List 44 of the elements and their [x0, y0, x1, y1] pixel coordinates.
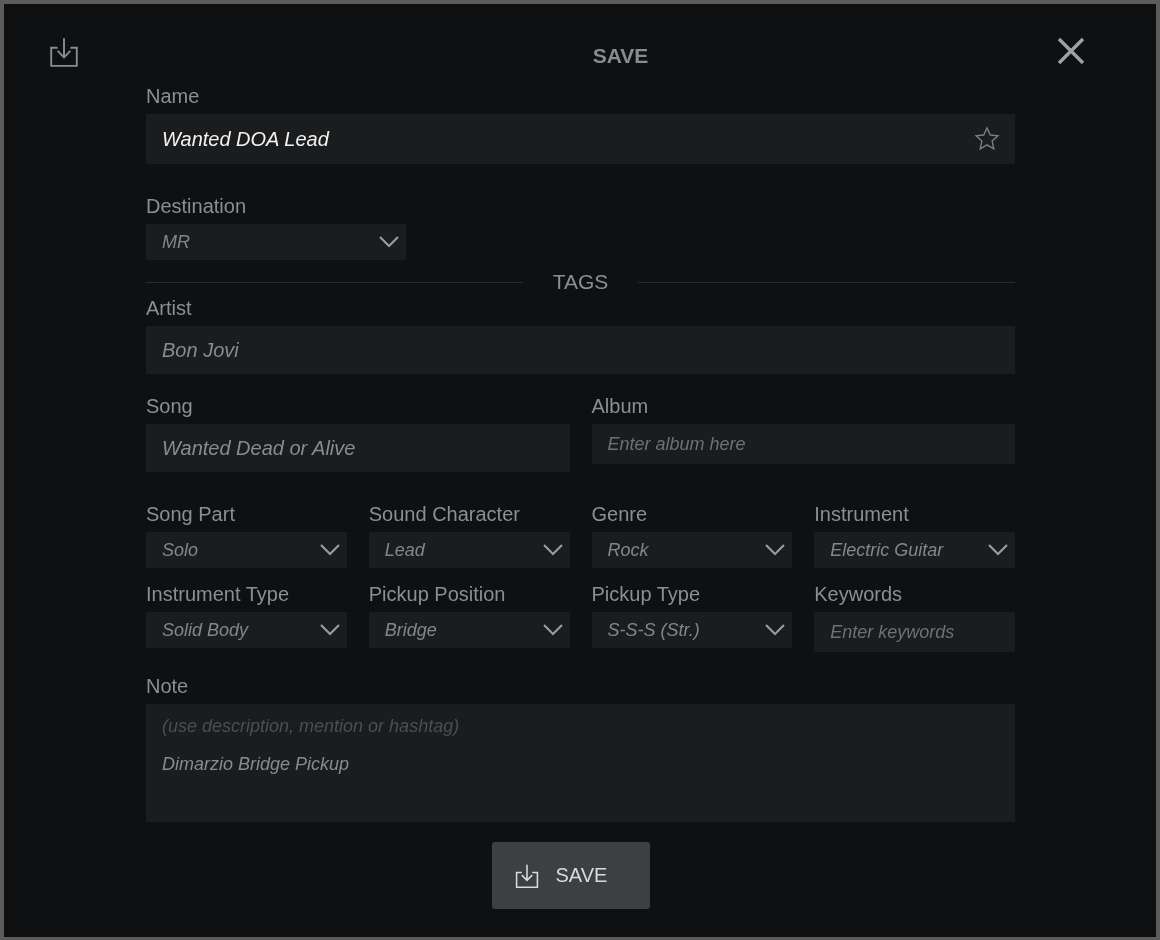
close-icon	[1056, 36, 1086, 66]
field-label: Artist	[146, 296, 193, 320]
dropdown[interactable]: Bridge	[368, 612, 570, 648]
field-label: Instrument Type	[146, 582, 291, 606]
chevron-down-icon	[378, 235, 400, 249]
download-icon	[513, 862, 540, 889]
dropdown[interactable]: Rock	[591, 532, 793, 568]
field-label: Song	[146, 394, 194, 418]
text-field[interactable]: Wanted Dead or Alive	[146, 424, 570, 472]
text-field[interactable]: Bon Jovi	[146, 326, 1015, 374]
dropdown[interactable]: Solid Body	[146, 612, 347, 648]
save-icon-button[interactable]	[48, 36, 80, 68]
star-icon[interactable]	[973, 125, 1001, 153]
field-label: Song Part	[146, 502, 236, 526]
text-field[interactable]: Enter keywords	[814, 612, 1015, 652]
section-heading: TAGS	[552, 270, 609, 294]
name-field[interactable]: Wanted DOA Lead	[146, 114, 1015, 164]
field-label: Genre	[591, 502, 649, 526]
field-label: Pickup Position	[368, 582, 507, 606]
dropdown[interactable]: Lead	[368, 532, 570, 568]
chevron-down-icon	[541, 623, 564, 637]
dropdown[interactable]: S-S-S (Str.)	[591, 612, 793, 648]
dropdown[interactable]: Solo	[146, 532, 347, 568]
chevron-down-icon	[764, 623, 787, 637]
field-label: Destination	[146, 194, 248, 218]
chevron-down-icon	[987, 543, 1009, 557]
chevron-down-icon	[318, 623, 341, 637]
dialog-title: SAVE	[591, 44, 650, 69]
chevron-down-icon	[764, 543, 787, 557]
text-field[interactable]: Enter album here	[591, 424, 1015, 464]
download-icon	[48, 36, 80, 68]
destination-dropdown[interactable]: MR	[146, 224, 406, 260]
save-button[interactable]: SAVE	[491, 842, 650, 909]
chevron-down-icon	[541, 543, 564, 557]
field-label: Instrument	[814, 502, 910, 526]
field-label: Album	[591, 394, 650, 418]
close-button[interactable]	[1056, 36, 1086, 66]
field-label: Sound Character	[368, 502, 521, 526]
field-label: Note	[146, 674, 190, 698]
field-label: Pickup Type	[591, 582, 702, 606]
chevron-down-icon	[318, 543, 341, 557]
field-label: Name	[146, 84, 201, 108]
dropdown[interactable]: Electric Guitar	[814, 532, 1015, 568]
field-label: Keywords	[814, 582, 904, 606]
